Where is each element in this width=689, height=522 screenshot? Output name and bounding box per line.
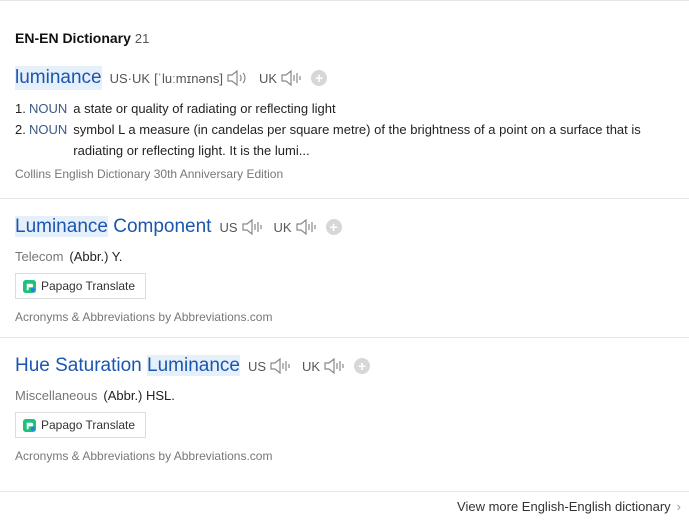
meaning-text: (Abbr.) HSL. <box>103 388 175 403</box>
definition-item: 2. NOUN symbol L a measure (in candelas … <box>15 119 680 161</box>
entry-word[interactable]: luminance <box>15 66 102 90</box>
entry-word[interactable]: Hue Saturation Luminance <box>15 354 240 378</box>
entry-word[interactable]: Luminance Component <box>15 215 211 239</box>
pronunciation: US UK + <box>247 357 371 375</box>
add-icon[interactable]: + <box>311 70 328 86</box>
divider <box>0 198 689 199</box>
us-label: US <box>219 219 238 235</box>
speaker-icon[interactable] <box>225 69 249 87</box>
source-link[interactable]: Acronyms & Abbreviations by Abbreviation… <box>15 310 680 324</box>
us-label: US <box>247 358 267 374</box>
papago-icon <box>23 279 36 293</box>
view-more-link[interactable]: View more English-English dictionary › <box>457 499 681 514</box>
uk-label: UK <box>259 70 278 86</box>
speaker-icon[interactable] <box>279 69 303 87</box>
divider <box>0 337 689 338</box>
uk-label: UK <box>273 219 292 235</box>
word-highlight: Luminance <box>147 355 240 376</box>
def-number: 1. <box>15 101 26 116</box>
result-count: 21 <box>134 31 150 46</box>
def-number: 2. <box>15 122 26 137</box>
pronunciation: US·UK [ˈluːmɪnəns] UK + <box>109 69 328 87</box>
pronunciation: US UK + <box>219 218 342 236</box>
view-more-label: View more English-English dictionary <box>457 499 671 514</box>
source-link[interactable]: Acronyms & Abbreviations by Abbreviation… <box>15 449 680 463</box>
papago-translate-button[interactable]: Papago Translate <box>15 273 147 299</box>
definition-item: 1. NOUN a state or quality of radiating … <box>15 98 680 119</box>
divider <box>0 491 689 492</box>
papago-translate-button[interactable]: Papago Translate <box>15 412 147 438</box>
papago-label: Papago Translate <box>41 279 136 293</box>
top-divider <box>0 0 689 1</box>
papago-icon <box>23 418 36 432</box>
part-of-speech: NOUN <box>29 101 68 116</box>
word-highlight: Luminance <box>15 216 108 237</box>
section-title-text: EN-EN Dictionary <box>15 30 131 46</box>
section-title: EN-EN Dictionary 21 <box>15 30 149 46</box>
add-icon[interactable]: + <box>354 358 371 374</box>
chevron-right-icon: › <box>676 499 681 514</box>
speaker-icon[interactable] <box>240 218 264 236</box>
word-rest: Component <box>107 216 212 237</box>
meaning-row: Miscellaneous (Abbr.) HSL. <box>15 388 680 403</box>
part-of-speech: NOUN <box>29 122 68 137</box>
meaning-text: (Abbr.) Y. <box>69 249 123 264</box>
speaker-icon[interactable] <box>322 357 346 375</box>
entry-hue-saturation-luminance: Hue Saturation Luminance US UK + Miscell… <box>15 354 680 463</box>
definition-text: a state or quality of radiating or refle… <box>73 101 336 116</box>
domain-label: Miscellaneous <box>15 388 98 403</box>
add-icon[interactable]: + <box>325 219 342 235</box>
definition-text: symbol L a measure (in candelas per squa… <box>73 122 641 158</box>
domain-label: Telecom <box>15 249 64 264</box>
papago-label: Papago Translate <box>41 418 136 432</box>
source-link[interactable]: Collins English Dictionary 30th Annivers… <box>15 167 680 181</box>
speaker-icon[interactable] <box>268 357 292 375</box>
meaning-row: Telecom (Abbr.) Y. <box>15 249 680 264</box>
entry-luminance-component: Luminance Component US UK + Telecom (Abbr… <box>15 215 680 324</box>
definitions: 1. NOUN a state or quality of radiating … <box>15 98 680 161</box>
ipa-text: [ˈluːmɪnəns] <box>154 70 223 86</box>
speaker-icon[interactable] <box>294 218 318 236</box>
pron-region-label: US·UK <box>109 70 151 86</box>
word-prefix: Hue Saturation <box>15 355 148 376</box>
entry-luminance: luminance US·UK [ˈluːmɪnəns] UK + 1. NOU… <box>15 66 680 181</box>
uk-label: UK <box>302 358 321 374</box>
